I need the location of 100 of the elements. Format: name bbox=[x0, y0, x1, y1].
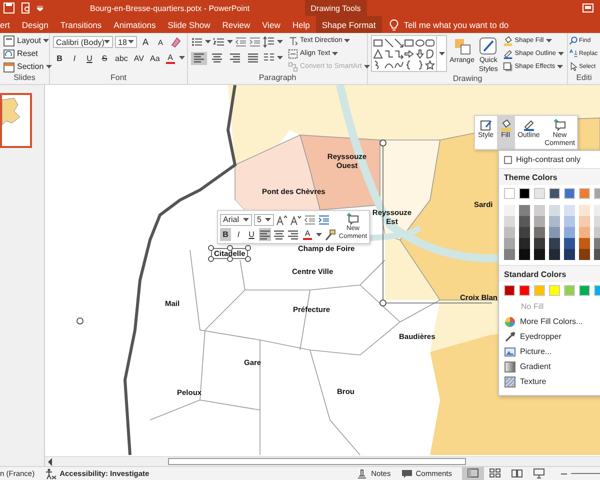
color-swatch[interactable] bbox=[534, 227, 545, 238]
color-swatch[interactable] bbox=[579, 188, 590, 199]
color-swatch[interactable] bbox=[579, 227, 590, 238]
format-button[interactable]: AV bbox=[132, 52, 146, 64]
slide-thumbnail[interactable] bbox=[0, 93, 32, 148]
align-button[interactable] bbox=[287, 228, 299, 241]
caret-icon bbox=[104, 40, 110, 44]
font-name-dropdown[interactable]: Arial bbox=[220, 214, 252, 226]
format-button[interactable]: U bbox=[246, 228, 257, 241]
align-button[interactable] bbox=[245, 52, 261, 64]
ribbon-tab[interactable]: Design bbox=[16, 16, 54, 33]
color-swatch[interactable] bbox=[519, 285, 530, 296]
color-swatch[interactable] bbox=[504, 227, 515, 238]
menu-section-header: Standard Colors bbox=[499, 265, 600, 282]
color-swatch[interactable] bbox=[549, 238, 560, 249]
color-swatch[interactable] bbox=[534, 188, 545, 199]
clear-formatting-icon bbox=[169, 36, 181, 48]
color-swatch[interactable] bbox=[579, 285, 590, 296]
format-button[interactable]: S bbox=[98, 52, 111, 64]
increase-font-size-button[interactable]: A bbox=[139, 36, 152, 48]
align-button[interactable] bbox=[273, 228, 285, 241]
color-swatch[interactable] bbox=[519, 216, 530, 227]
align-button[interactable] bbox=[227, 52, 243, 64]
color-swatch[interactable] bbox=[579, 205, 590, 216]
color-swatch[interactable] bbox=[564, 188, 575, 199]
font-size-dropdown[interactable]: 18 bbox=[115, 36, 137, 48]
align-button[interactable] bbox=[259, 228, 271, 241]
checkbox[interactable] bbox=[504, 156, 512, 164]
color-swatch[interactable] bbox=[549, 216, 560, 227]
ribbon-tab[interactable]: Review bbox=[216, 16, 256, 33]
format-button[interactable]: abc bbox=[113, 52, 130, 64]
ribbon-tab[interactable]: Transitions bbox=[54, 16, 108, 33]
font-name-dropdown[interactable]: Calibri (Body) bbox=[53, 36, 113, 48]
shapes-gallery[interactable] bbox=[371, 35, 448, 72]
color-swatch[interactable] bbox=[564, 249, 575, 260]
format-button[interactable]: I bbox=[233, 228, 244, 241]
group-label: Font bbox=[109, 73, 128, 84]
color-swatch[interactable] bbox=[564, 227, 575, 238]
menu-item[interactable]: Texture bbox=[499, 374, 600, 389]
caret-icon bbox=[558, 52, 564, 56]
font-color-button[interactable]: A bbox=[164, 52, 177, 64]
color-swatch[interactable] bbox=[564, 238, 575, 249]
color-swatch[interactable] bbox=[549, 188, 560, 199]
color-swatch[interactable] bbox=[579, 216, 590, 227]
color-swatch[interactable] bbox=[549, 285, 560, 296]
color-swatch[interactable] bbox=[549, 249, 560, 260]
ribbon-tab[interactable]: Animations bbox=[108, 16, 162, 33]
slide-command[interactable]: Section bbox=[17, 62, 44, 71]
color-swatch[interactable] bbox=[519, 205, 530, 216]
slide-command[interactable]: Layout bbox=[17, 36, 42, 45]
format-button[interactable]: B bbox=[53, 52, 66, 64]
color-swatch[interactable] bbox=[534, 249, 545, 260]
ribbon-tab[interactable]: Shape Format bbox=[316, 16, 382, 33]
view-button[interactable] bbox=[462, 467, 484, 480]
color-swatch[interactable] bbox=[564, 285, 575, 296]
format-button[interactable]: U bbox=[83, 52, 96, 64]
format-button[interactable]: B bbox=[220, 228, 231, 241]
menu-item[interactable]: More Fill Colors... bbox=[499, 314, 600, 329]
color-swatch[interactable] bbox=[579, 238, 590, 249]
color-swatch[interactable] bbox=[549, 227, 560, 238]
color-swatch[interactable] bbox=[504, 238, 515, 249]
align-button[interactable] bbox=[209, 52, 225, 64]
font-size-dropdown[interactable]: 5 bbox=[254, 214, 274, 226]
cursor-icon bbox=[569, 62, 578, 71]
color-swatch[interactable] bbox=[519, 188, 530, 199]
grow-font-icon bbox=[276, 214, 288, 226]
numbering-icon bbox=[213, 36, 225, 48]
ribbon-tab[interactable]: View bbox=[256, 16, 286, 33]
color-swatch[interactable] bbox=[579, 249, 590, 260]
color-swatch[interactable] bbox=[504, 188, 515, 199]
align-left-icon bbox=[259, 228, 271, 240]
format-button[interactable]: Aa bbox=[148, 52, 162, 64]
color-swatch[interactable] bbox=[504, 285, 515, 296]
ribbon-tab[interactable]: ert bbox=[0, 16, 16, 33]
color-swatch[interactable] bbox=[534, 238, 545, 249]
horizontal-scrollbar[interactable] bbox=[45, 456, 600, 466]
ribbon-tab[interactable]: Help bbox=[286, 16, 316, 33]
color-swatch[interactable] bbox=[534, 205, 545, 216]
menu-item[interactable]: Eyedropper bbox=[499, 329, 600, 344]
color-swatch[interactable] bbox=[504, 205, 515, 216]
color-swatch[interactable] bbox=[564, 205, 575, 216]
font-color-button[interactable]: A bbox=[301, 229, 314, 240]
color-swatch[interactable] bbox=[519, 227, 530, 238]
color-swatch[interactable] bbox=[519, 238, 530, 249]
tell-me-field[interactable]: Tell me what you want to do bbox=[404, 20, 534, 30]
text-box-shape-icon bbox=[373, 38, 384, 48]
format-button[interactable]: I bbox=[68, 52, 81, 64]
color-swatch[interactable] bbox=[534, 285, 545, 296]
right-arrow-shape-icon bbox=[404, 48, 414, 58]
menu-item[interactable]: Gradient bbox=[499, 359, 600, 374]
color-swatch[interactable] bbox=[534, 216, 545, 227]
color-swatch[interactable] bbox=[519, 249, 530, 260]
align-button[interactable] bbox=[191, 52, 207, 64]
ribbon-tab[interactable]: Slide Show bbox=[162, 16, 216, 33]
menu-item[interactable]: Picture... bbox=[499, 344, 600, 359]
slide-command[interactable]: Reset bbox=[17, 49, 38, 58]
color-swatch[interactable] bbox=[564, 216, 575, 227]
color-swatch[interactable] bbox=[504, 249, 515, 260]
color-swatch[interactable] bbox=[549, 205, 560, 216]
color-swatch[interactable] bbox=[504, 216, 515, 227]
